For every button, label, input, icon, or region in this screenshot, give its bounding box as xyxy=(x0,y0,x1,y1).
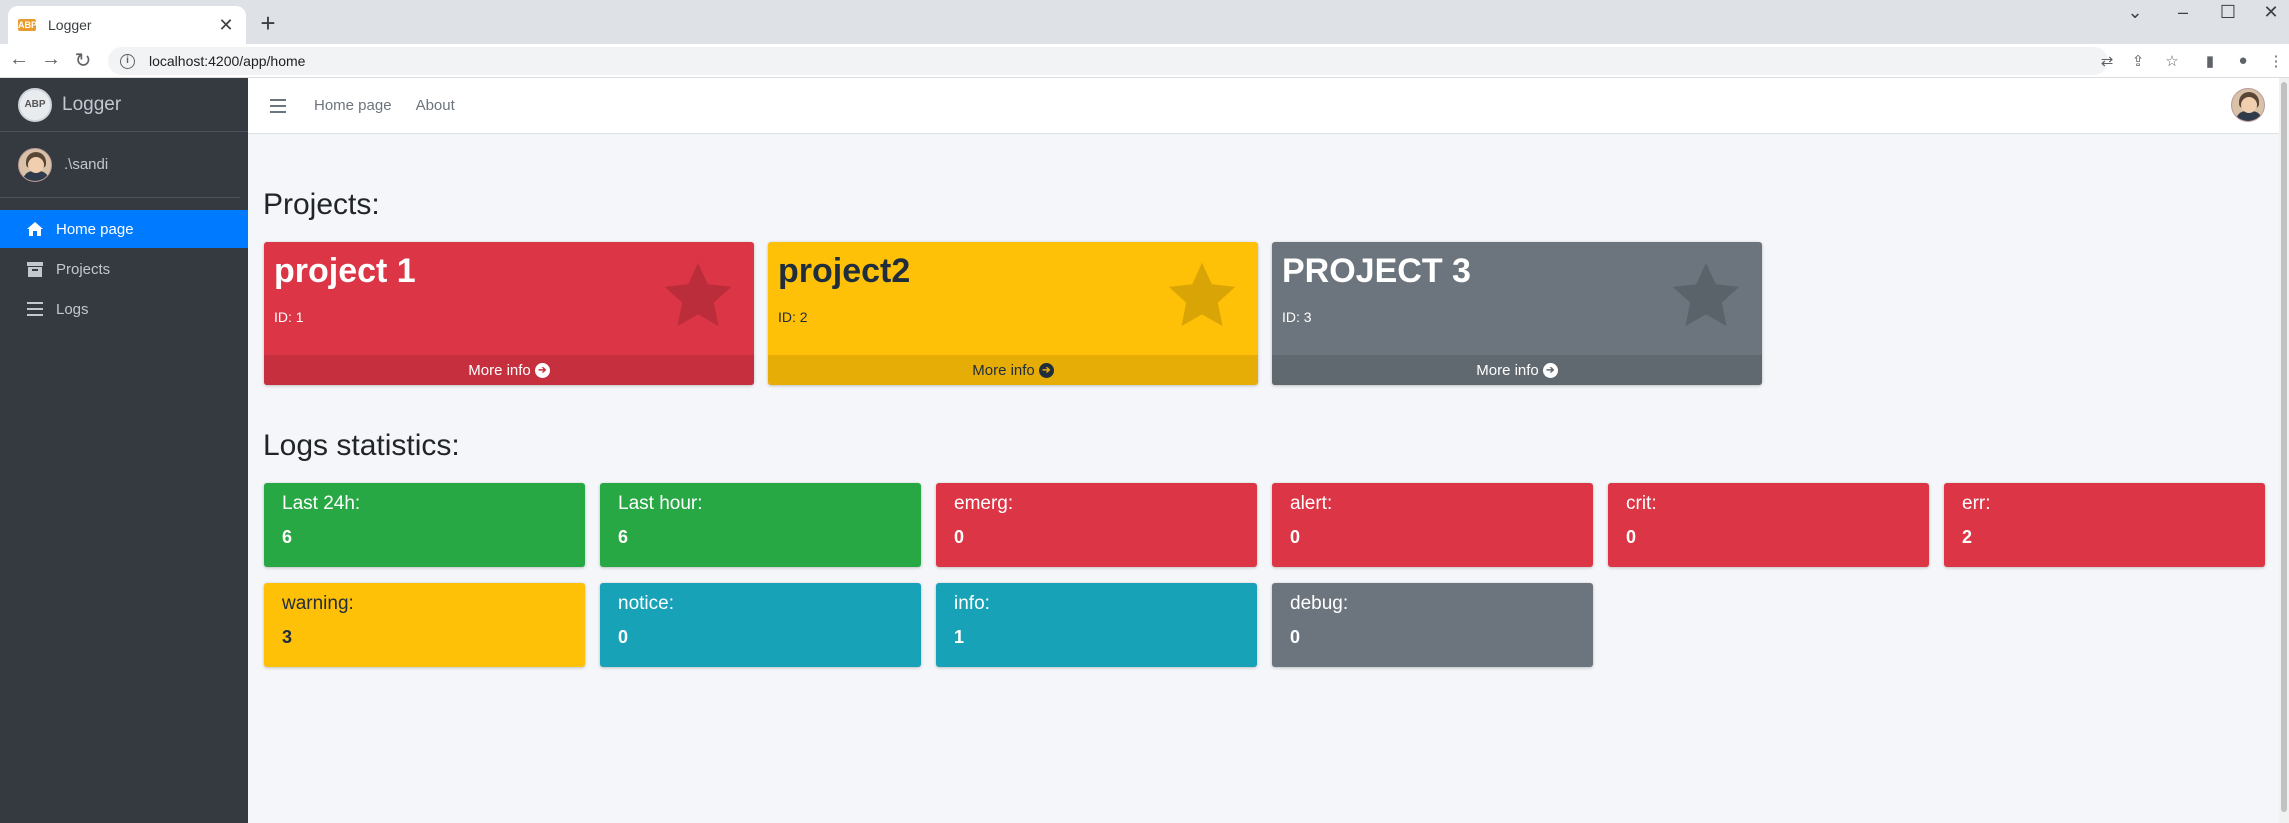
side-panel-icon[interactable]: ▮ xyxy=(2200,52,2220,70)
stat-value: 0 xyxy=(1626,527,1637,547)
stat-card-last-24h: Last 24h: 6 xyxy=(264,483,585,567)
stat-label: Last hour: xyxy=(618,493,703,514)
more-info-link[interactable]: More info ➔ xyxy=(768,355,1258,385)
stat-value: 6 xyxy=(618,527,629,547)
stat-value: 0 xyxy=(1290,627,1301,647)
stat-card-alert: alert: 0 xyxy=(1272,483,1593,567)
stat-value: 0 xyxy=(954,527,965,547)
sidebar-item-label: Logs xyxy=(56,300,89,318)
arrow-circle-right-icon: ➔ xyxy=(1038,362,1054,378)
user-avatar-button[interactable] xyxy=(2231,88,2265,122)
stat-card-last-hour: Last hour: 6 xyxy=(600,483,921,567)
logs-statistics-title: Logs statistics: xyxy=(263,429,460,462)
browser-toolbar: ← → ↻ i localhost:4200/app/home ⇄ ⇪ ☆ ▮ … xyxy=(0,44,2289,78)
sidebar-nav: Home page Projects Logs xyxy=(0,198,248,328)
arrow-circle-right-icon: ➔ xyxy=(534,362,550,378)
reload-icon[interactable]: ↻ xyxy=(70,48,96,73)
archive-icon xyxy=(26,261,44,277)
stat-value: 1 xyxy=(954,627,965,647)
hamburger-menu-icon[interactable] xyxy=(270,98,286,113)
forward-icon[interactable]: → xyxy=(38,48,64,71)
browser-tab[interactable]: ABP Logger ✕ xyxy=(8,6,246,44)
project-card: PROJECT 3 ID: 3 More info ➔ xyxy=(1272,242,1762,385)
brand-text: Logger xyxy=(62,93,122,115)
stat-card-info: info: 1 xyxy=(936,583,1257,667)
stat-label: debug: xyxy=(1290,593,1349,614)
more-info-label: More info xyxy=(1476,361,1539,379)
site-info-icon[interactable]: i xyxy=(120,53,135,69)
new-tab-button[interactable]: + xyxy=(256,8,280,39)
stat-card-emerg: emerg: 0 xyxy=(936,483,1257,567)
stat-label: alert: xyxy=(1290,493,1333,514)
project-card: project2 ID: 2 More info ➔ xyxy=(768,242,1258,385)
sidebar-item-projects[interactable]: Projects xyxy=(0,250,248,288)
maximize-icon[interactable]: ☐ xyxy=(2213,2,2243,23)
stat-value: 6 xyxy=(282,527,293,547)
url-text: localhost:4200/app/home xyxy=(149,53,306,69)
stat-label: crit: xyxy=(1626,493,1657,514)
more-info-link[interactable]: More info ➔ xyxy=(264,355,754,385)
stat-label: info: xyxy=(954,593,990,614)
stat-card-warning: warning: 3 xyxy=(264,583,585,667)
profile-icon[interactable]: ● xyxy=(2233,52,2253,69)
share-icon[interactable]: ⇪ xyxy=(2128,52,2148,70)
bars-icon xyxy=(26,301,44,317)
browser-tab-bar: ABP Logger ✕ + ⌄ – ☐ ✕ xyxy=(0,0,2289,44)
star-icon xyxy=(1168,262,1236,327)
star-icon xyxy=(664,262,732,327)
stat-card-notice: notice: 0 xyxy=(600,583,921,667)
sidebar: ABP Logger .\sandi Home page Projects Lo… xyxy=(0,78,248,823)
more-info-label: More info xyxy=(972,361,1035,379)
project-id: ID: 3 xyxy=(1282,309,1312,325)
address-bar[interactable]: i localhost:4200/app/home xyxy=(108,47,2108,75)
sidebar-item-label: Home page xyxy=(56,220,134,238)
star-icon xyxy=(1672,262,1740,327)
project-name: PROJECT 3 xyxy=(1282,252,1471,290)
nav-link-home[interactable]: Home page xyxy=(314,97,392,114)
abp-logo-icon: ABP xyxy=(18,87,52,122)
projects-title: Projects: xyxy=(263,188,380,221)
tab-title: Logger xyxy=(48,17,92,33)
close-window-icon[interactable]: ✕ xyxy=(2256,2,2286,23)
sidebar-item-logs[interactable]: Logs xyxy=(0,290,248,328)
stat-label: emerg: xyxy=(954,493,1014,514)
more-info-label: More info xyxy=(468,361,531,379)
stat-label: notice: xyxy=(618,593,674,614)
project-name: project 1 xyxy=(274,252,416,290)
project-id: ID: 1 xyxy=(274,309,304,325)
project-id: ID: 2 xyxy=(778,309,808,325)
stat-value: 0 xyxy=(618,627,629,647)
stat-label: warning: xyxy=(282,593,354,614)
brand-link[interactable]: ABP Logger xyxy=(0,78,248,132)
stat-value: 0 xyxy=(1290,527,1301,547)
tab-search-icon[interactable]: ⌄ xyxy=(2120,2,2150,23)
back-icon[interactable]: ← xyxy=(6,48,32,71)
stat-card-debug: debug: 0 xyxy=(1272,583,1593,667)
stat-card-crit: crit: 0 xyxy=(1608,483,1929,567)
stat-card-err: err: 2 xyxy=(1944,483,2265,567)
bookmark-star-icon[interactable]: ☆ xyxy=(2162,52,2182,70)
stat-value: 2 xyxy=(1962,527,1973,547)
stat-label: err: xyxy=(1962,493,1991,514)
user-name: .\sandi xyxy=(64,156,109,173)
stat-value: 3 xyxy=(282,627,293,647)
project-name: project2 xyxy=(778,252,911,290)
nav-link-about[interactable]: About xyxy=(416,97,455,114)
home-icon xyxy=(26,221,44,237)
menu-dots-icon[interactable]: ⋮ xyxy=(2266,52,2286,70)
user-panel[interactable]: .\sandi xyxy=(0,132,240,198)
more-info-link[interactable]: More info ➔ xyxy=(1272,355,1762,385)
sidebar-item-label: Projects xyxy=(56,260,111,278)
sidebar-item-home[interactable]: Home page xyxy=(0,210,248,248)
stat-label: Last 24h: xyxy=(282,493,361,514)
scrollbar[interactable] xyxy=(2279,78,2289,823)
translate-icon[interactable]: ⇄ xyxy=(2097,52,2117,70)
arrow-circle-right-icon: ➔ xyxy=(1542,362,1558,378)
project-card: project 1 ID: 1 More info ➔ xyxy=(264,242,754,385)
minimize-icon[interactable]: – xyxy=(2168,2,2198,23)
avatar xyxy=(18,147,52,182)
top-navbar: Home page About xyxy=(248,78,2279,134)
tab-close-icon[interactable]: ✕ xyxy=(216,15,236,36)
app-favicon-icon: ABP xyxy=(18,19,38,31)
